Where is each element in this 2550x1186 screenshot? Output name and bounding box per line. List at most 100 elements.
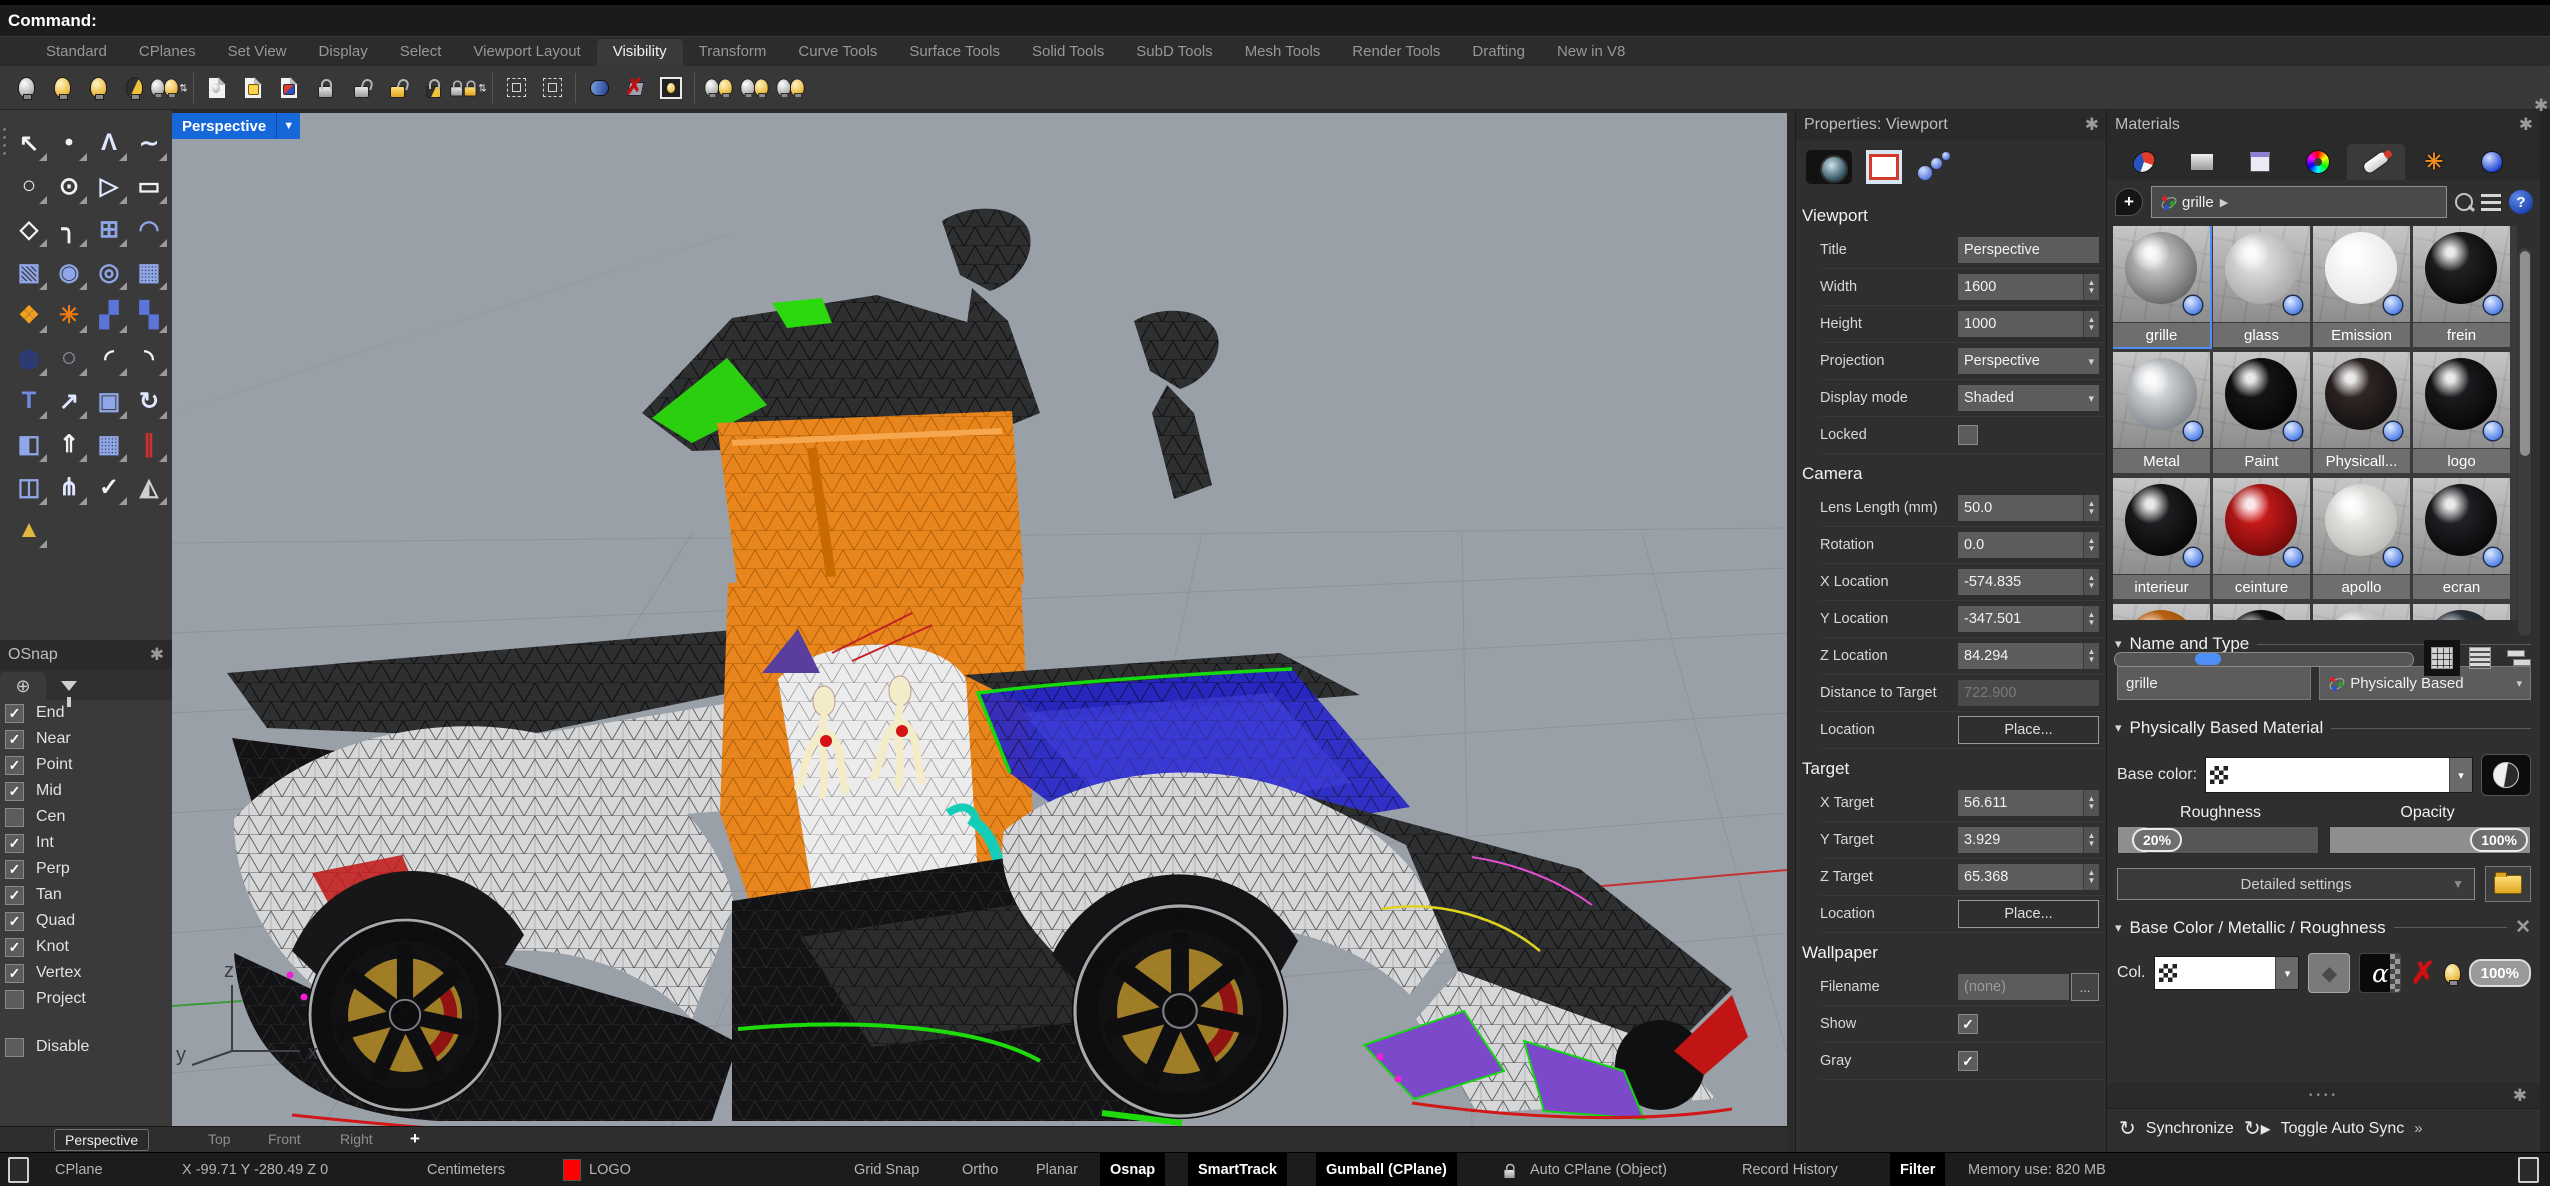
osnap-knot-checkbox[interactable]: ✓ [5, 938, 24, 957]
more-chevrons-icon[interactable]: » [2414, 1120, 2420, 1137]
chevron-down-icon[interactable]: ▼ [276, 113, 300, 139]
x-target-field[interactable]: 56.611▲▼ [1958, 790, 2099, 816]
gear-icon[interactable]: ✱ [150, 645, 164, 665]
extend-curve-tool-icon[interactable]: ◝ [130, 339, 168, 377]
fillet-tool-icon[interactable]: ╮ [50, 210, 88, 248]
search-icon[interactable] [2455, 193, 2473, 211]
osnap-project-checkbox[interactable]: ✓ [5, 990, 24, 1009]
move-tool-icon[interactable]: ↗ [50, 382, 88, 420]
shell-tool-icon[interactable]: ◧ [10, 425, 48, 463]
clip-box-2-icon[interactable] [534, 70, 570, 106]
panel-tab-paint-tube-icon[interactable] [2347, 144, 2405, 180]
links-icon[interactable] [1916, 150, 1956, 184]
texture-button[interactable]: ◆ [2308, 953, 2350, 993]
point-tool-icon[interactable]: • [50, 124, 88, 162]
menu-tab-viewport-layout[interactable]: Viewport Layout [457, 39, 596, 66]
bulb-gray-icon[interactable] [8, 70, 44, 106]
orient-tool-icon[interactable]: ⋔ [50, 468, 88, 506]
material-partial[interactable] [2113, 604, 2210, 620]
menu-tab-display[interactable]: Display [303, 39, 384, 66]
tree-view-button[interactable] [2500, 640, 2536, 676]
material-paint[interactable]: Paint [2213, 352, 2310, 473]
z-location-field[interactable]: 84.294▲▼ [1958, 643, 2099, 669]
viewport-title-dropdown[interactable]: Perspective ▼ [172, 113, 300, 139]
menu-tab-subd-tools[interactable]: SubD Tools [1120, 39, 1228, 66]
menu-tab-drafting[interactable]: Drafting [1456, 39, 1541, 66]
material-ceinture[interactable]: ceinture [2213, 478, 2310, 599]
viewport-3d-canvas[interactable]: z x y [172, 113, 1787, 1126]
new-viewport-tab-button[interactable]: + [400, 1129, 430, 1149]
spinner-icon[interactable]: ▲▼ [2083, 827, 2099, 853]
mirror-tool-icon[interactable]: ◫ [10, 468, 48, 506]
lens-length-mm--field[interactable]: 50.0▲▼ [1958, 495, 2099, 521]
panel-tab-help-icon[interactable] [2231, 144, 2289, 180]
synchronize-icon[interactable]: ↻ [2119, 1116, 2136, 1141]
material-apollo[interactable]: apollo [2313, 478, 2410, 599]
menu-tab-select[interactable]: Select [384, 39, 458, 66]
spinner-icon[interactable]: ▲▼ [2083, 495, 2099, 521]
material-grille[interactable]: grille [2113, 226, 2210, 347]
viewport-tab-perspective[interactable]: Perspective [54, 1129, 149, 1151]
perspective-viewport[interactable]: Perspective ▼ [172, 113, 1787, 1126]
gray-checkbox[interactable]: ✓ [1958, 1051, 1978, 1071]
array-linear-tool-icon[interactable]: ∥ [130, 425, 168, 463]
osnap-point-checkbox[interactable]: ✓ [5, 756, 24, 775]
array-tool-icon[interactable]: ▦ [90, 425, 128, 463]
osnap-end-checkbox[interactable]: ✓ [5, 704, 24, 723]
toggle-auto-sync-icon[interactable]: ↻▸ [2244, 1116, 2271, 1141]
osnap-perp-checkbox[interactable]: ✓ [5, 860, 24, 879]
bulb-icon[interactable] [2445, 964, 2460, 983]
filename-browse-button[interactable]: ... [2071, 973, 2099, 1001]
status-lock-icon[interactable] [1502, 1153, 1517, 1186]
check-tool-icon[interactable]: ✓ [90, 468, 128, 506]
curve-points-tool-icon[interactable]: Λ [90, 124, 128, 162]
status-box-icon[interactable] [8, 1153, 29, 1186]
puzzle-tool-icon[interactable]: ❖ [10, 296, 48, 334]
status-planar[interactable]: Planar [1036, 1153, 1078, 1186]
remove-texture-icon[interactable]: ✗ [2410, 956, 2435, 991]
pyramid-hand-tool-icon[interactable]: ▲ [10, 511, 48, 549]
col-swatch[interactable]: ▾ [2154, 956, 2299, 990]
osnap-vertex-checkbox[interactable]: ✓ [5, 964, 24, 983]
menu-tab-visibility[interactable]: Visibility [597, 39, 683, 66]
menu-tab-curve-tools[interactable]: Curve Tools [782, 39, 893, 66]
lock-half-icon[interactable] [415, 70, 451, 106]
command-bar[interactable]: Command: [0, 5, 2550, 37]
projection-field[interactable]: Perspective▾ [1958, 348, 2099, 374]
polygon-tool-icon[interactable]: ◇ [10, 210, 48, 248]
page-bulb-icon[interactable] [199, 70, 235, 106]
list-view-button[interactable] [2462, 640, 2498, 676]
sphere-tool-icon[interactable]: ◉ [50, 253, 88, 291]
tab-selection-filter[interactable] [46, 672, 92, 700]
location-button[interactable]: Place... [1958, 716, 2099, 744]
lock-closed-icon[interactable] [307, 70, 343, 106]
status-x-99-71-y-280-49-z-0[interactable]: X -99.71 Y -280.49 Z 0 [182, 1153, 328, 1186]
osnap-cen-checkbox[interactable]: ✓ [5, 808, 24, 827]
spinner-icon[interactable]: ▲▼ [2083, 532, 2099, 558]
panel-tab-monitor-icon[interactable] [2173, 144, 2231, 180]
osnap-tan-checkbox[interactable]: ✓ [5, 886, 24, 905]
spinner-icon[interactable]: ▲▼ [2083, 790, 2099, 816]
base-color-swatch[interactable]: ▾ [2205, 757, 2473, 793]
circle-tool-icon[interactable]: ○ [10, 167, 48, 205]
close-section-icon[interactable]: ✕ [2515, 916, 2531, 939]
patch-tool-icon[interactable]: ⊞ [90, 210, 128, 248]
osnap-near-checkbox[interactable]: ✓ [5, 730, 24, 749]
width-field[interactable]: 1600▲▼ [1958, 274, 2099, 300]
ellipse-tool-icon[interactable]: ⊙ [50, 167, 88, 205]
extrude-tool-icon[interactable]: ⇑ [50, 425, 88, 463]
menu-icon[interactable] [2481, 194, 2501, 211]
trim-tool-icon[interactable]: ▞ [90, 296, 128, 334]
gear-icon[interactable]: ✱ [2519, 115, 2533, 135]
material-breadcrumb[interactable]: grille ▶ [2151, 186, 2447, 218]
tab-osnap[interactable]: ⊕ [0, 672, 46, 700]
detailed-settings-button[interactable]: Detailed settings▼ [2117, 868, 2475, 900]
x-location-field[interactable]: -574.835▲▼ [1958, 569, 2099, 595]
materials-scrollbar[interactable] [2518, 248, 2531, 636]
display-mode-field[interactable]: Shaded▾ [1958, 385, 2099, 411]
menu-tab-mesh-tools[interactable]: Mesh Tools [1229, 39, 1337, 66]
chevron-down-icon[interactable]: ▾ [2449, 758, 2472, 792]
curve-tool-icon[interactable]: ∼ [130, 124, 168, 162]
material-partial[interactable] [2313, 604, 2410, 620]
title-field[interactable]: Perspective [1958, 237, 2099, 263]
